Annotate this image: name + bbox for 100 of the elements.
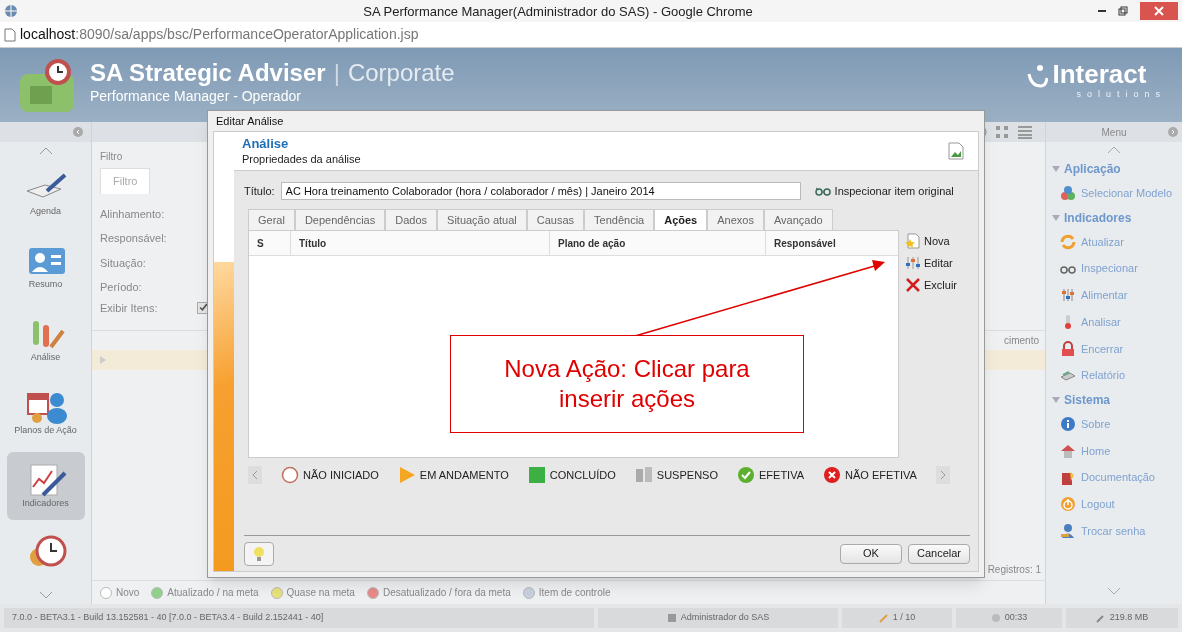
nav-item[interactable]: Indicadores <box>6 452 85 520</box>
check-circle-icon <box>737 466 755 484</box>
collapse-right-icon <box>1168 127 1178 137</box>
house-icon <box>1060 442 1076 459</box>
pause-bars-icon <box>634 466 653 484</box>
logo-icon <box>1026 64 1049 88</box>
tab[interactable]: Ações <box>654 209 708 230</box>
logo-text: Interact <box>1052 60 1147 88</box>
minimize-icon <box>1098 10 1106 12</box>
dialog-button[interactable]: Cancelar <box>908 543 970 564</box>
info-icon <box>1060 416 1076 433</box>
globe-icon <box>4 4 18 18</box>
page-icon <box>4 27 16 42</box>
scroll-left-icon <box>248 466 262 484</box>
tab[interactable]: Causas <box>526 209 585 230</box>
field-label: Período: <box>100 280 142 295</box>
address-field[interactable]: localhost:8090/sa/apps/bsc/PerformanceOperatorApplication.jsp <box>20 24 419 45</box>
field-label: Responsável: <box>100 231 167 246</box>
logo-tagline: solutions <box>1075 88 1166 101</box>
title-separator: | <box>333 60 340 86</box>
scroll-right-icon <box>935 466 950 484</box>
close-icon <box>1154 6 1164 16</box>
column-header: cimento <box>1004 334 1039 348</box>
sliders-icon <box>1060 287 1076 304</box>
app-title: SA Strategic Adviser <box>90 60 326 86</box>
record-count: Registros: 1 <box>987 562 1041 577</box>
tab[interactable]: Dependências <box>294 209 386 230</box>
tip-button[interactable] <box>244 541 274 566</box>
app-edition: Corporate <box>347 60 455 86</box>
nav-item[interactable]: Resumo <box>6 233 85 301</box>
status-label: CONCLUÍDO <box>549 467 616 483</box>
scroll-down-icon <box>1106 586 1122 596</box>
dialog-subheading: Propriedades da análise <box>242 152 361 167</box>
action-button[interactable]: Editar <box>905 252 957 274</box>
app-subtitle: Performance Manager - Operador <box>90 87 302 106</box>
collapse-left-icon <box>73 127 83 137</box>
status-label: SUSPENSO <box>656 467 718 483</box>
pencil-icon <box>878 613 889 623</box>
restore-icon <box>1118 6 1128 16</box>
column-header: Responsável <box>773 236 837 251</box>
user-name: Administrador do SAS <box>680 611 770 625</box>
legend-label: Novo <box>116 586 140 600</box>
sliders-icon <box>905 255 921 271</box>
tab[interactable]: Anexos <box>707 209 764 230</box>
legend-label: Item de controle <box>538 586 611 600</box>
field-label: Título: <box>244 183 275 199</box>
close-button[interactable] <box>1140 2 1178 20</box>
x-circle-icon <box>823 466 841 484</box>
menu-title: Menu <box>1101 125 1127 140</box>
inspect-link[interactable]: Inspecionar item original <box>814 182 954 200</box>
user-key-icon <box>1060 522 1076 539</box>
column-header: Título <box>291 231 550 255</box>
panel-header: Filtro <box>100 150 123 164</box>
scroll-up-icon <box>1106 145 1122 155</box>
grid-view-icon <box>995 125 1009 139</box>
window-title: SA Performance Manager(Administrador do SAS) - Google Chrome <box>363 4 753 19</box>
nav-item[interactable]: Agenda <box>6 160 85 228</box>
legend-label: Quase na meta <box>286 586 355 600</box>
tab[interactable]: Avançado <box>763 209 833 230</box>
scroll-down-icon <box>37 590 54 600</box>
broken-image-icon <box>948 142 964 160</box>
caret-icon <box>1052 395 1060 404</box>
callout-box: Nova Ação: Clicar para inserir ações <box>450 335 804 433</box>
tab[interactable]: Situação atual <box>437 209 527 230</box>
power-icon <box>1060 496 1076 513</box>
column-header: Plano de ação <box>550 231 766 255</box>
glasses-icon <box>814 185 831 197</box>
session-time: 00:33 <box>1004 611 1028 625</box>
scroll-up-icon <box>37 146 54 156</box>
field-label: Exibir Itens: <box>100 300 158 316</box>
memory-usage: 219.8 MB <box>1109 611 1149 625</box>
cross-icon <box>905 277 921 293</box>
status-label: EFETIVA <box>759 467 804 483</box>
action-button[interactable]: Excluir <box>905 274 957 296</box>
caret-icon <box>1052 213 1060 222</box>
document-star-icon <box>905 233 921 249</box>
tab[interactable]: Dados <box>385 209 438 230</box>
padlock-icon <box>1060 340 1076 357</box>
legend-label: Atualizado / na meta <box>167 586 259 600</box>
nav-item[interactable]: Planos de Ação <box>6 379 85 447</box>
status-label: NÃO INICIADO <box>303 467 379 483</box>
nav-item[interactable]: Análise <box>6 306 85 374</box>
status-label: NÃO EFETIVA <box>845 467 917 483</box>
column-header: S <box>249 231 291 255</box>
caret-icon <box>1052 165 1060 173</box>
lightbulb-icon <box>253 545 265 562</box>
status-label: EM ANDAMENTO <box>419 467 509 483</box>
dialog-title: Editar Análise <box>216 113 284 129</box>
field-label: Situação: <box>100 255 146 271</box>
triangle-icon <box>397 466 416 484</box>
dialog-button[interactable]: OK <box>840 543 902 564</box>
title-field[interactable]: AC Hora treinamento Colaborador (hora / colaborador / mês) | Janeiro 2014 <box>280 182 801 200</box>
tab[interactable]: Geral <box>248 209 295 230</box>
page-counter: 1 / 10 <box>892 611 916 625</box>
tab[interactable]: Tendência <box>584 209 655 230</box>
book-icon <box>1060 469 1076 486</box>
refresh-icon <box>1060 234 1076 251</box>
legend-label: Desatualizado / fora da meta <box>382 586 511 600</box>
hollow-circle-icon <box>281 466 299 484</box>
action-button[interactable]: Nova <box>905 230 957 252</box>
